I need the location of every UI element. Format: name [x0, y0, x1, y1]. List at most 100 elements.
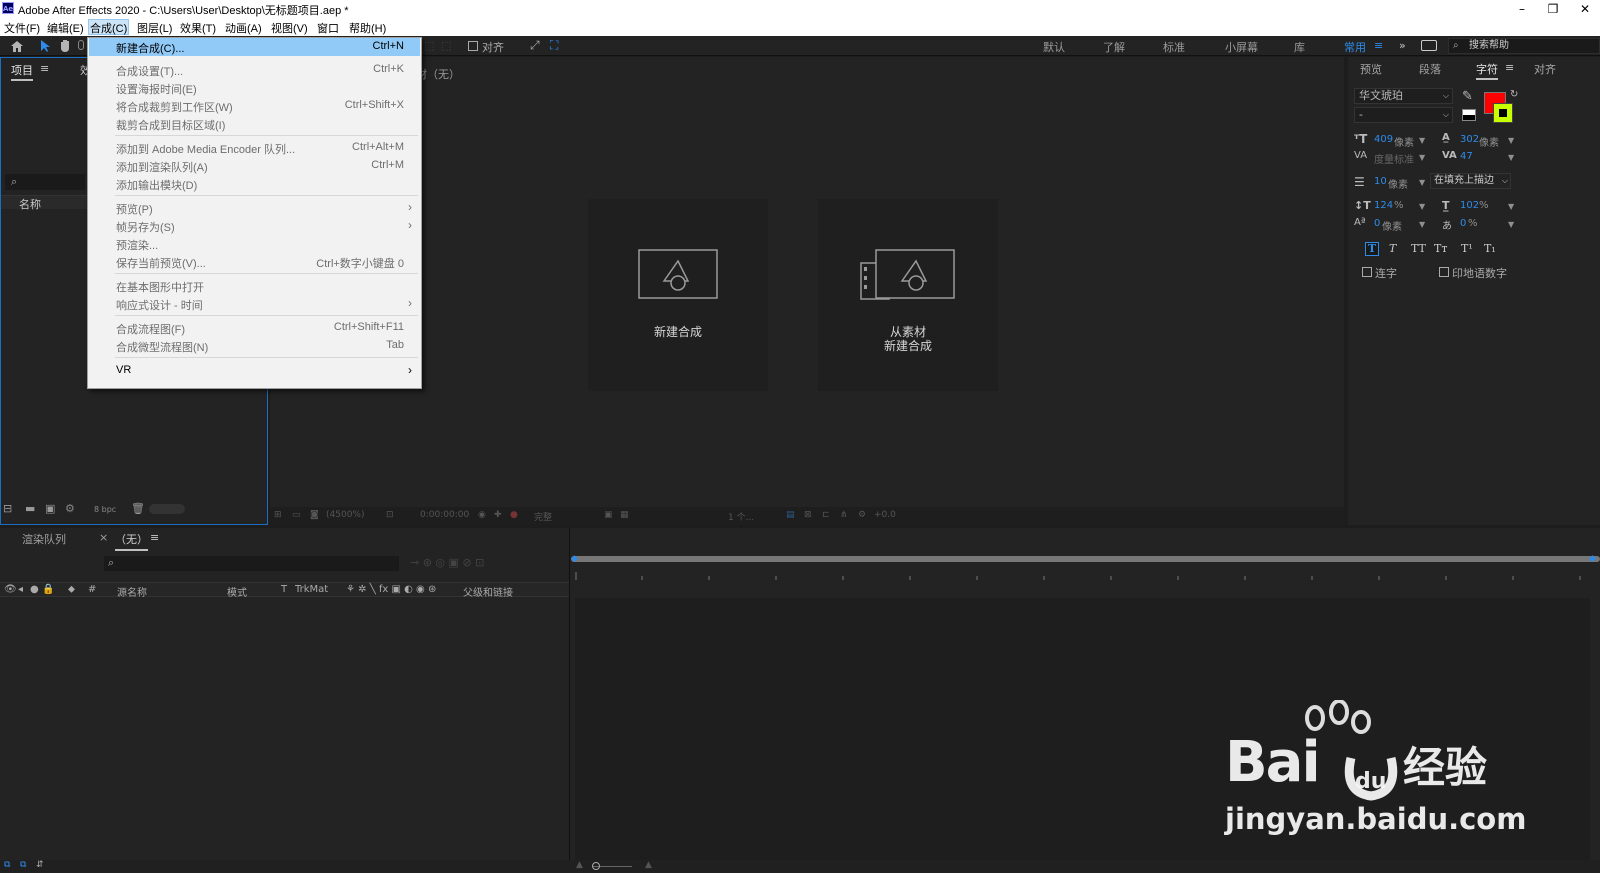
project-scrollbar[interactable]	[149, 504, 185, 514]
timeline-zoom-handle[interactable]	[592, 862, 600, 870]
help-search-input[interactable]: ⌕ 搜索帮助	[1448, 38, 1600, 54]
work-area-end-handle[interactable]: ◆	[1589, 554, 1596, 564]
show-snapshot-icon[interactable]: ✚	[494, 510, 502, 520]
menu-item-trim-to-work-area[interactable]: 将合成裁剪到工作区(W) Ctrl+Shift+X	[89, 97, 420, 115]
horizontal-scale-dropdown-icon[interactable]: ▼	[1508, 202, 1514, 211]
tab-render-queue[interactable]: 渲染队列	[22, 531, 66, 547]
timeline-menu-icon[interactable]: ≡	[150, 531, 159, 544]
column-source-name[interactable]: 源名称	[117, 584, 147, 599]
close-icon[interactable]: ✕	[1570, 0, 1600, 18]
menu-item-preview[interactable]: 预览(P) ›	[89, 199, 420, 217]
stroke-mode-dropdown[interactable]: 在填充上描边 ⌵	[1430, 173, 1511, 189]
project-search-input[interactable]: ⌕	[5, 174, 85, 190]
zoom-out-icon[interactable]: ▲	[576, 860, 583, 870]
channel-icon[interactable]: ●	[510, 510, 518, 520]
views-dropdown[interactable]: 1 个...	[728, 510, 754, 523]
menu-item-add-to-ame-queue[interactable]: 添加到 Adobe Media Encoder 队列... Ctrl+Alt+M	[89, 139, 420, 157]
baseline-dropdown-icon[interactable]: ▼	[1419, 220, 1425, 229]
menu-edit[interactable]: 编辑(E)	[47, 20, 84, 36]
tracking-dropdown-icon[interactable]: ▼	[1508, 153, 1514, 162]
tab-paragraph[interactable]: 段落	[1419, 61, 1441, 77]
workspace-common[interactable]: 常用	[1344, 39, 1366, 55]
tab-character[interactable]: 字符	[1476, 61, 1498, 80]
new-composition-icon[interactable]: ▣	[45, 502, 55, 515]
vertical-scale-value[interactable]: 124	[1374, 200, 1393, 211]
menu-item-new-composition[interactable]: 新建合成(C)... Ctrl+N	[89, 38, 420, 56]
menu-item-pre-render[interactable]: 预渲染...	[89, 235, 420, 253]
menu-help[interactable]: 帮助(H)	[349, 20, 386, 36]
menu-view[interactable]: 视图(V)	[271, 20, 308, 36]
superscript-button[interactable]: T¹	[1461, 242, 1473, 255]
kerning-value[interactable]: 度量标准	[1374, 151, 1414, 166]
menu-item-composition-settings[interactable]: 合成设置(T)... Ctrl+K	[89, 61, 420, 79]
stroke-width-value[interactable]: 10	[1374, 176, 1387, 187]
column-parent-link[interactable]: 父级和链接	[463, 584, 513, 599]
vertical-scale-dropdown-icon[interactable]: ▼	[1419, 202, 1425, 211]
small-caps-button[interactable]: Tт	[1434, 242, 1447, 255]
column-trkmat[interactable]: TrkMat	[295, 584, 328, 595]
tsume-value[interactable]: 0	[1460, 218, 1466, 229]
snapping-options-icon[interactable]: ⛶	[550, 38, 558, 53]
ligatures-checkbox[interactable]	[1362, 267, 1372, 277]
delete-icon[interactable]: 🗑	[131, 502, 145, 515]
home-icon[interactable]	[9, 39, 25, 53]
column-name[interactable]: 名称	[19, 196, 41, 212]
kerning-dropdown-icon[interactable]: ▼	[1419, 153, 1425, 162]
workspace-settings-icon[interactable]	[1421, 40, 1437, 51]
menu-item-crop-to-region[interactable]: 裁剪合成到目标区域(I)	[89, 115, 420, 133]
solo-icon[interactable]: ●	[30, 584, 39, 595]
baseline-shift-value[interactable]: 0	[1374, 218, 1380, 229]
menu-item-add-output-module[interactable]: 添加输出模块(D)	[89, 175, 420, 193]
tab-align[interactable]: 对齐	[1534, 61, 1556, 77]
bpc-label[interactable]: 8 bpc	[94, 505, 116, 514]
work-area-start-handle[interactable]: ◆	[571, 554, 578, 564]
menu-item-composition-flowchart[interactable]: 合成流程图(F) Ctrl+Shift+F11	[89, 319, 420, 337]
more-workspaces-icon[interactable]: »	[1399, 39, 1406, 52]
align-checkbox[interactable]	[468, 41, 478, 51]
menu-item-mini-flowchart[interactable]: 合成微型流程图(N) Tab	[89, 337, 420, 355]
always-preview-icon[interactable]: ⊞	[274, 510, 282, 520]
column-t[interactable]: T	[281, 584, 287, 595]
horizontal-scale-value[interactable]: 102	[1460, 200, 1479, 211]
restore-icon[interactable]: ❐	[1538, 0, 1568, 18]
menu-composition[interactable]: 合成(C)	[88, 19, 130, 35]
tab-project-menu-icon[interactable]: ≡	[40, 62, 49, 75]
menu-layer[interactable]: 图层(L)	[137, 20, 172, 36]
font-size-dropdown-icon[interactable]: ▼	[1419, 136, 1425, 145]
leading-value[interactable]: 302	[1460, 134, 1479, 145]
title-safe-icon[interactable]: ⊡	[386, 510, 394, 520]
menu-item-vr[interactable]: VR ›	[89, 362, 420, 380]
workspace-default[interactable]: 默认	[1043, 39, 1065, 55]
menu-item-add-to-render-queue[interactable]: 添加到渲染队列(A) Ctrl+M	[89, 157, 420, 175]
black-white-swatch[interactable]	[1462, 109, 1476, 121]
faux-bold-button[interactable]: T	[1365, 242, 1379, 256]
character-menu-icon[interactable]: ≡	[1505, 61, 1514, 74]
workspace-standard[interactable]: 标准	[1163, 39, 1185, 55]
stroke-color-swatch[interactable]	[1493, 103, 1513, 123]
workspace-menu-icon[interactable]: ≡	[1374, 39, 1383, 52]
time-ruler[interactable]	[571, 568, 1600, 584]
zoom-in-icon[interactable]: ▲	[645, 860, 652, 870]
font-family-dropdown[interactable]: 华文琥珀 ⌵	[1354, 88, 1453, 104]
menu-item-responsive-design-time[interactable]: 响应式设计 - 时间 ›	[89, 295, 420, 313]
subscript-button[interactable]: T₁	[1484, 242, 1496, 255]
timeline-search-input[interactable]: ⌕	[104, 556, 399, 571]
new-composition-card[interactable]: 新建合成	[588, 199, 768, 391]
timecode[interactable]: 0:00:00:00	[420, 510, 469, 520]
menu-file[interactable]: 文件(F)	[4, 20, 40, 36]
workspace-learn[interactable]: 了解	[1103, 39, 1125, 55]
vr-icon[interactable]: ◙	[310, 510, 319, 520]
hindi-digits-checkbox[interactable]	[1439, 267, 1449, 277]
comp-flowchart-icon[interactable]: ⋔	[840, 510, 848, 520]
monitor-icon[interactable]: ▭	[292, 510, 301, 520]
exposure-value[interactable]: +0.0	[874, 510, 896, 520]
snapping-icon[interactable]: ⤢	[530, 38, 540, 53]
project-settings-icon[interactable]: ⚙	[65, 502, 75, 515]
all-caps-button[interactable]: TT	[1411, 242, 1426, 255]
menu-window[interactable]: 窗口	[317, 20, 339, 36]
resolution-dropdown[interactable]: 完整	[534, 510, 552, 523]
column-number[interactable]: #	[88, 584, 96, 595]
hand-tool-icon[interactable]	[58, 38, 72, 53]
interpret-footage-icon[interactable]: ⊟	[3, 502, 12, 515]
new-comp-from-footage-card[interactable]: 从素材 新建合成	[818, 199, 998, 391]
